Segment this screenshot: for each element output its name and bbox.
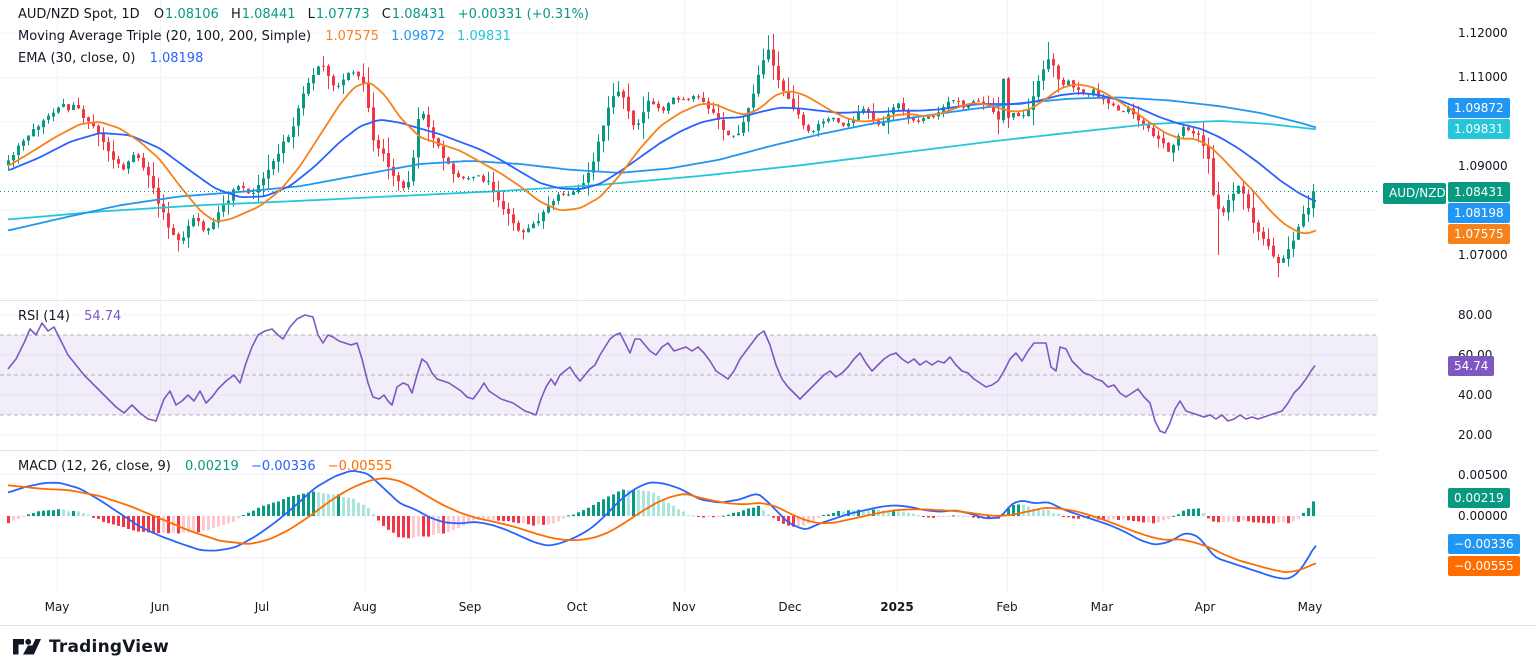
- axis-value-badge: 1.07575: [1448, 224, 1510, 244]
- time-axis-label: Oct: [547, 600, 607, 614]
- ema-value: 1.08198: [150, 51, 204, 66]
- time-axis-label: Aug: [335, 600, 395, 614]
- axis-value-badge: 54.74: [1448, 356, 1494, 376]
- rsi-label: RSI (14): [18, 309, 70, 324]
- axis-value-badge: 1.08431: [1448, 182, 1510, 202]
- rsi-pane-legend[interactable]: RSI (14) 54.74: [18, 306, 121, 328]
- macd-signal-value: −0.00555: [328, 459, 393, 474]
- ohlc-high-value: 1.08441: [242, 7, 296, 22]
- macd-line-value: −0.00336: [251, 459, 316, 474]
- price-axis-label: 1.07000: [1458, 248, 1508, 262]
- time-axis-label: Feb: [977, 600, 1037, 614]
- ema-label: EMA (30, close, 0): [18, 51, 135, 66]
- symbol-title: AUD/NZD Spot, 1D: [18, 7, 140, 22]
- tradingview-chart-window: AUD/NZD Spot, 1D O1.08106 H1.08441 L1.07…: [0, 0, 1536, 666]
- rsi-axis-label: 80.00: [1458, 308, 1492, 322]
- time-axis-label: 2025: [867, 600, 927, 614]
- sma20-value: 1.07575: [325, 29, 379, 44]
- sma200-value: 1.09831: [457, 29, 511, 44]
- macd-histogram: [7, 490, 1315, 539]
- tradingview-logo-icon: [12, 637, 42, 657]
- time-axis-label: Dec: [760, 600, 820, 614]
- price-pane-legend[interactable]: AUD/NZD Spot, 1D O1.08106 H1.08441 L1.07…: [18, 4, 589, 70]
- brand-name: TradingView: [49, 637, 169, 657]
- time-axis-label: Nov: [654, 600, 714, 614]
- time-axis-label: May: [27, 600, 87, 614]
- ohlc-low-value: 1.07773: [316, 7, 370, 22]
- axis-value-badge: 1.09831: [1448, 119, 1510, 139]
- axis-value-badge: 0.00219: [1448, 488, 1510, 508]
- chart-canvas[interactable]: [0, 0, 1536, 666]
- ohlc-high-label: H: [231, 7, 241, 22]
- price-scale[interactable]: 1.120001.110001.090001.0700080.0060.0040…: [1378, 0, 1536, 625]
- price-axis-label: 1.09000: [1458, 159, 1508, 173]
- macd-hist-value: 0.00219: [185, 459, 239, 474]
- ema-legend-row[interactable]: EMA (30, close, 0) 1.08198: [18, 48, 589, 70]
- time-axis-label: Apr: [1175, 600, 1235, 614]
- axis-value-badge: −0.00336: [1448, 534, 1520, 554]
- rsi-axis-label: 40.00: [1458, 388, 1492, 402]
- time-axis-label: Sep: [440, 600, 500, 614]
- macd-pane-legend[interactable]: MACD (12, 26, close, 9) 0.00219 −0.00336…: [18, 456, 392, 478]
- ohlc-low-label: L: [308, 7, 315, 22]
- ma-triple-label: Moving Average Triple (20, 100, 200, Sim…: [18, 29, 311, 44]
- axis-value-badge: −0.00555: [1448, 556, 1520, 576]
- change-value: +0.00331 (+0.31%): [458, 7, 589, 22]
- ohlc-open-label: O: [154, 7, 164, 22]
- ohlc-open-value: 1.08106: [165, 7, 219, 22]
- sma200-line: [8, 121, 1316, 219]
- tradingview-attribution[interactable]: TradingView: [12, 634, 169, 660]
- gridlines: [0, 0, 1378, 592]
- ohlc-close-label: C: [382, 7, 391, 22]
- axis-value-badge: 1.08198: [1448, 203, 1510, 223]
- macd-label: MACD (12, 26, close, 9): [18, 459, 171, 474]
- symbol-legend-row[interactable]: AUD/NZD Spot, 1D O1.08106 H1.08441 L1.07…: [18, 4, 589, 26]
- price-axis-label: 1.12000: [1458, 26, 1508, 40]
- macd-axis-label: 0.00500: [1458, 468, 1508, 482]
- macd-axis-label: 0.00000: [1458, 509, 1508, 523]
- price-axis-label: 1.11000: [1458, 70, 1508, 84]
- ma-triple-legend-row[interactable]: Moving Average Triple (20, 100, 200, Sim…: [18, 26, 589, 48]
- sma100-value: 1.09872: [391, 29, 445, 44]
- ohlc-close-value: 1.08431: [392, 7, 446, 22]
- rsi-value: 54.74: [84, 309, 121, 324]
- rsi-axis-label: 20.00: [1458, 428, 1492, 442]
- time-axis-label: May: [1280, 600, 1340, 614]
- time-axis-label: Jun: [130, 600, 190, 614]
- time-scale[interactable]: May Jun Jul Aug Sep Oct Nov Dec 2025 Feb Mar Apr May: [0, 592, 1536, 625]
- time-axis-label: Mar: [1072, 600, 1132, 614]
- candlestick-series: [7, 34, 1315, 277]
- instrument-name-badge: AUD/NZD: [1383, 183, 1446, 204]
- time-axis-label: Jul: [232, 600, 292, 614]
- axis-value-badge: 1.09872: [1448, 98, 1510, 118]
